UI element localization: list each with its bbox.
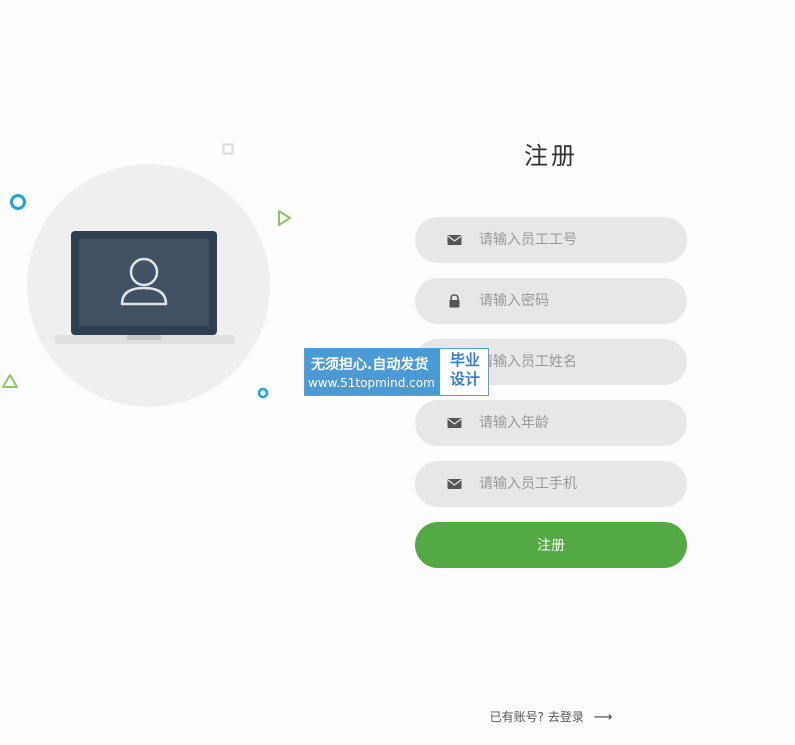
phone-field[interactable]: [415, 461, 687, 507]
watermark-url: www.51topmind.com: [308, 376, 435, 390]
square-deco-icon: [222, 143, 234, 155]
envelope-icon: [447, 479, 462, 489]
small-circle-deco-icon: [257, 387, 269, 399]
triangle-deco-icon: [2, 374, 18, 388]
login-prompt-text: 已有账号?: [489, 710, 545, 724]
watermark-side: 毕业 设计: [443, 351, 487, 389]
age-input[interactable]: [479, 400, 675, 446]
age-field[interactable]: [415, 400, 687, 446]
page-title: 注册: [524, 142, 578, 170]
phone-input[interactable]: [479, 461, 675, 507]
laptop-user-icon: [55, 231, 235, 344]
employee-name-input[interactable]: [479, 339, 675, 385]
go-login-link[interactable]: 去登录: [548, 710, 584, 724]
envelope-icon: [447, 418, 462, 428]
triangle-play-deco-icon: [278, 210, 291, 226]
password-input[interactable]: [479, 278, 675, 324]
password-field[interactable]: [415, 278, 687, 324]
circle-deco-icon: [10, 194, 26, 210]
login-prompt: 已有账号? 去登录 ⟶: [415, 708, 687, 725]
watermark-side-bottom: 设计: [449, 370, 480, 388]
lock-icon: [449, 294, 460, 308]
watermark-main: 无须担心.自动发货 www.51topmind.com: [305, 349, 440, 395]
envelope-icon: [447, 235, 462, 245]
watermark-slogan: 无须担心.自动发货: [311, 357, 429, 373]
arrow-right-icon[interactable]: ⟶: [594, 710, 613, 725]
register-button[interactable]: 注册: [415, 522, 687, 568]
employee-id-field[interactable]: [415, 217, 687, 263]
employee-id-input[interactable]: [479, 217, 675, 263]
watermark-banner: 无须担心.自动发货 www.51topmind.com 毕业 设计: [305, 349, 488, 395]
watermark-side-top: 毕业: [449, 351, 480, 369]
